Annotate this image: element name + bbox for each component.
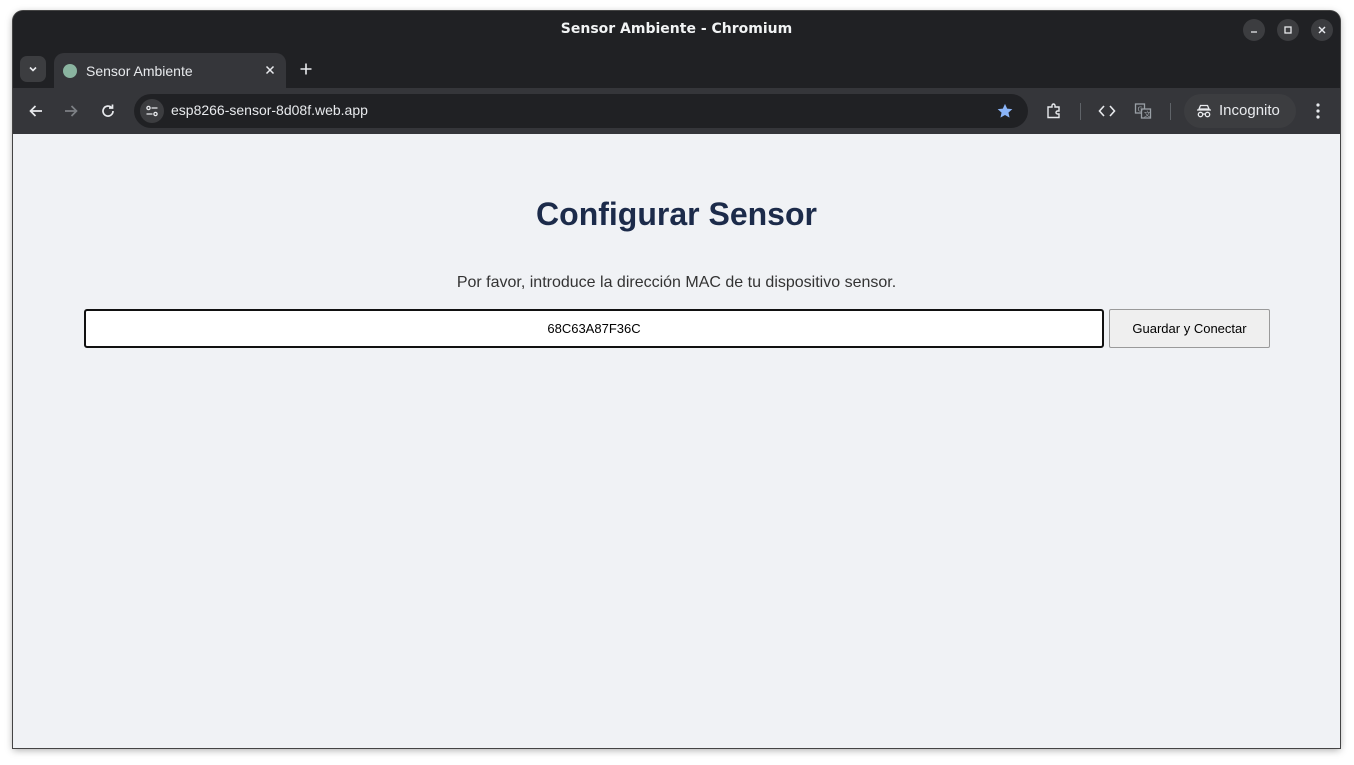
minimize-button[interactable] [1243, 19, 1265, 41]
site-settings-icon [146, 105, 158, 117]
svg-text:G: G [1138, 106, 1143, 114]
plus-icon [300, 63, 312, 75]
star-icon [997, 103, 1013, 118]
back-arrow-icon [29, 105, 42, 117]
tab-search-button[interactable] [20, 56, 46, 82]
close-icon [265, 65, 275, 75]
incognito-label: Incognito [1219, 102, 1280, 119]
tab-strip: Sensor Ambiente [13, 48, 1340, 88]
translate-button[interactable]: G文 [1132, 100, 1154, 122]
close-window-button[interactable] [1311, 19, 1333, 41]
extensions-button[interactable] [1043, 100, 1065, 122]
page-title: Configurar Sensor [536, 196, 817, 232]
svg-text:文: 文 [1144, 110, 1151, 119]
minimize-icon [1251, 31, 1257, 33]
bookmark-star-button[interactable] [994, 100, 1016, 122]
address-bar[interactable]: esp8266-sensor-8d08f.web.app [134, 94, 1028, 128]
code-icon [1098, 105, 1116, 117]
reload-button[interactable] [97, 100, 119, 122]
close-icon [1318, 26, 1326, 34]
back-button[interactable] [25, 100, 47, 122]
toolbar-divider [1170, 103, 1171, 120]
tab-sensor-ambiente[interactable]: Sensor Ambiente [54, 53, 286, 88]
forward-button[interactable] [60, 100, 82, 122]
page-description: Por favor, introduce la dirección MAC de… [456, 274, 897, 291]
favicon-icon [63, 64, 77, 78]
translate-icon: G文 [1134, 103, 1152, 119]
menu-dots-icon [1316, 103, 1320, 119]
title-bar: Sensor Ambiente - Chromium [13, 11, 1340, 48]
window-title: Sensor Ambiente - Chromium [560, 21, 793, 37]
tab-close-button[interactable] [262, 62, 278, 78]
reload-icon [102, 104, 114, 117]
forward-arrow-icon [65, 105, 78, 117]
page-content: Configurar Sensor Por favor, introduce l… [13, 134, 1340, 748]
devtools-button[interactable] [1096, 100, 1118, 122]
incognito-icon [1197, 104, 1211, 118]
tab-search-icon [29, 66, 37, 72]
tab-title: Sensor Ambiente [86, 63, 193, 79]
incognito-chip[interactable]: Incognito [1184, 94, 1296, 128]
maximize-icon [1284, 26, 1292, 34]
site-settings-button[interactable] [140, 99, 164, 123]
save-and-connect-button[interactable]: Guardar y Conectar [1109, 309, 1270, 348]
new-tab-button[interactable] [296, 59, 316, 79]
url-text[interactable]: esp8266-sensor-8d08f.web.app [171, 102, 368, 118]
browser-toolbar: esp8266-sensor-8d08f.web.app G文 Incognit… [13, 88, 1340, 134]
toolbar-divider [1080, 103, 1081, 120]
browser-window: Sensor Ambiente - Chromium Sensor Ambien… [13, 11, 1340, 748]
extensions-icon [1047, 103, 1060, 119]
mac-address-input[interactable] [84, 309, 1104, 348]
maximize-button[interactable] [1277, 19, 1299, 41]
browser-menu-button[interactable] [1307, 100, 1329, 122]
